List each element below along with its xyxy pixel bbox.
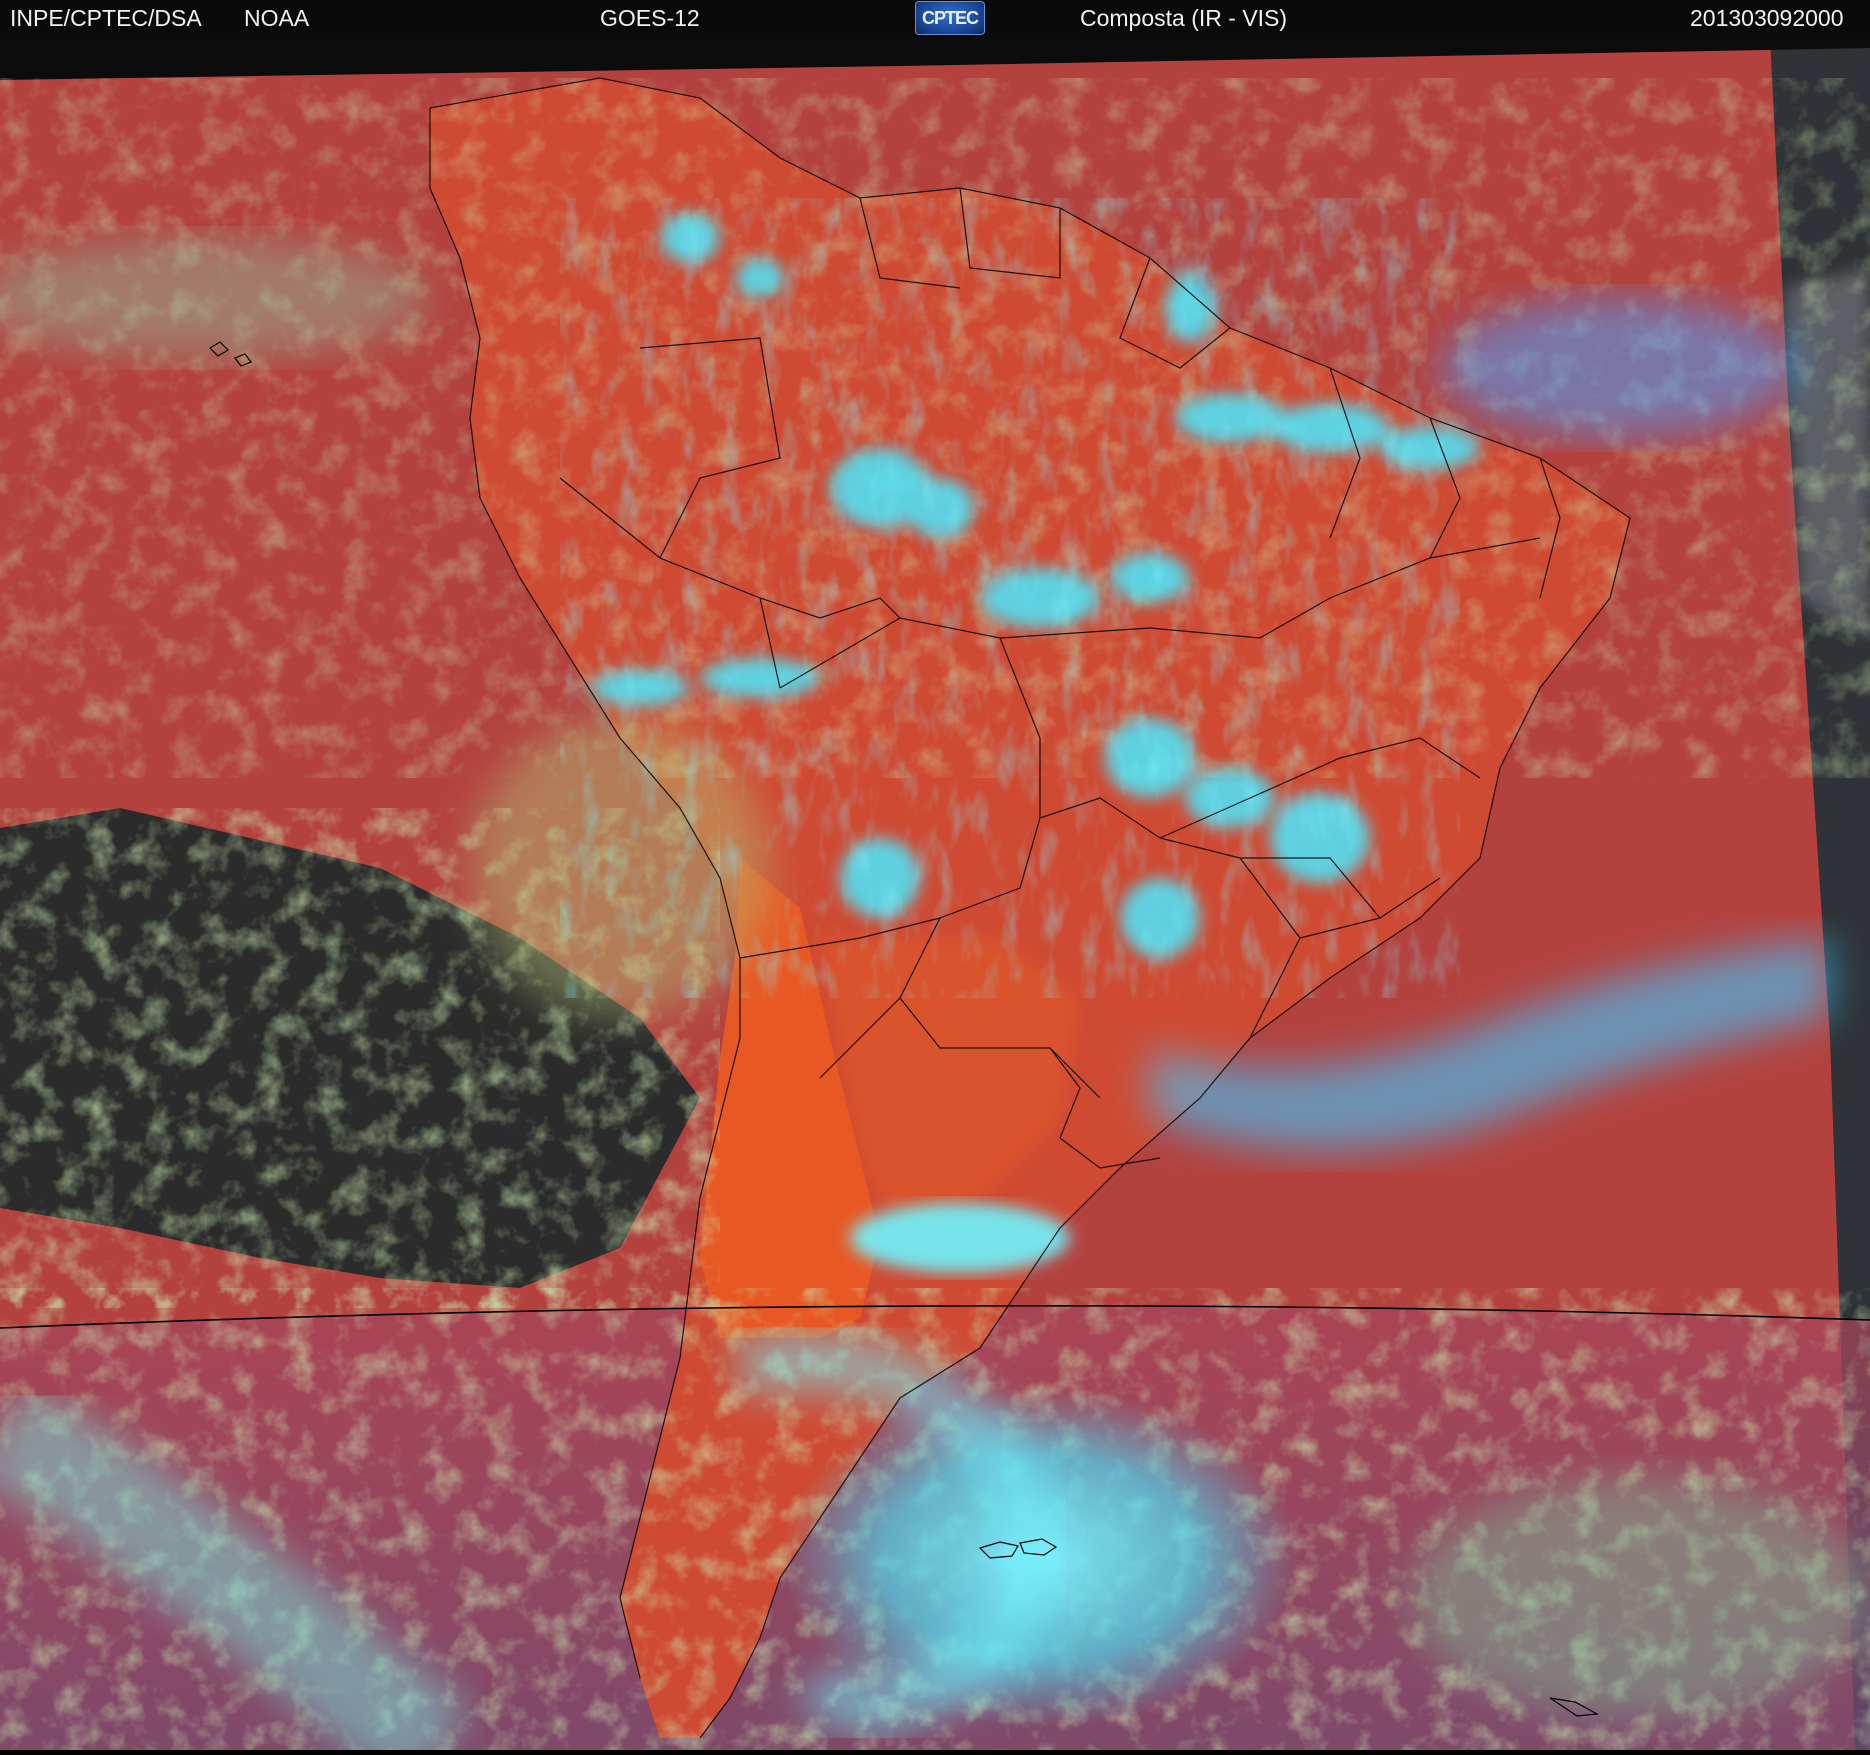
satellite-map-svg <box>0 38 1870 1755</box>
satellite-label: GOES-12 <box>600 5 700 31</box>
header-bar: INPE/CPTEC/DSA NOAA GOES-12 CPTEC Compos… <box>0 0 1870 38</box>
cptec-logo: CPTEC <box>915 1 985 35</box>
partner-label: NOAA <box>244 5 310 31</box>
agency-label: INPE/CPTEC/DSA <box>10 5 202 31</box>
product-label: Composta (IR - VIS) <box>1080 5 1288 31</box>
timestamp-label: 201303092000 <box>1690 5 1844 31</box>
east-atlantic-cloud <box>1440 298 1800 438</box>
southeast-cloud <box>1410 1478 1870 1718</box>
satellite-image <box>0 38 1870 1755</box>
cirrus-texture-amazon <box>560 198 1460 998</box>
